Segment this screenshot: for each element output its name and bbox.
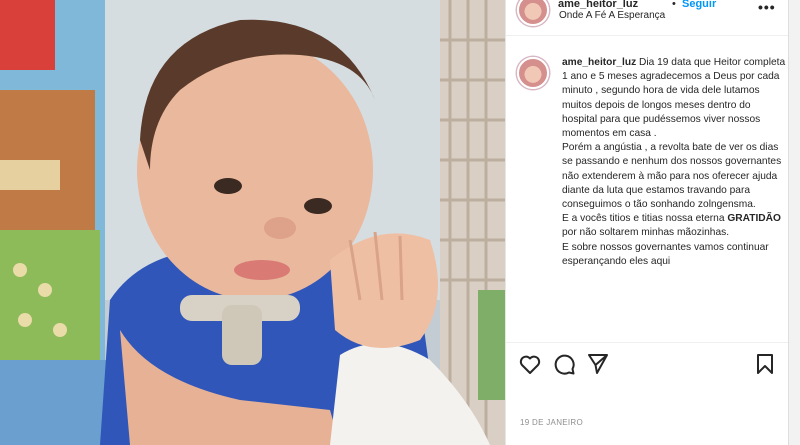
post-header: ame_heitor_luz • Seguir Onde A Fé A Espe… [506,0,789,36]
follow-button[interactable]: Seguir [682,0,716,10]
instagram-post-panel: ame_heitor_luz • Seguir Onde A Fé A Espe… [505,0,789,445]
baby-photo [0,0,505,445]
more-horizontal-icon[interactable]: ••• [758,0,776,15]
author-avatar[interactable] [517,0,549,26]
post-caption: ame_heitor_luz Dia 19 data que Heitor co… [562,56,788,340]
heart-icon[interactable] [518,352,542,376]
author-username[interactable]: ame_heitor_luz [558,0,638,10]
caption-paragraph-3: E a vocês titios e titias nossa eterna [562,213,725,225]
caption-paragraph-1: Dia 19 data que Heitor completa 1 ano e … [562,57,786,140]
bookmark-icon[interactable] [753,352,777,376]
caption-paragraph-4: E sobre nossos governantes vamos continu… [562,241,769,267]
post-location[interactable]: Onde A Fé A Esperança [559,10,665,21]
caption-gratitude: GRATIDÃO [727,213,781,225]
caption-paragraph-2: Porém a angústia , a revolta bate de ver… [562,142,782,211]
share-icon[interactable] [586,352,610,376]
caption-paragraph-3b: por não soltarem minhas mãozinhas. [562,227,730,239]
header-separator: • [672,0,676,10]
window-edge [788,0,800,445]
post-actions [506,342,789,390]
post-date: 19 DE JANEIRO [520,418,584,427]
caption-username[interactable]: ame_heitor_luz [562,57,636,68]
comment-icon[interactable] [552,352,576,376]
caption-avatar[interactable] [517,57,549,89]
post-photo [0,0,505,445]
